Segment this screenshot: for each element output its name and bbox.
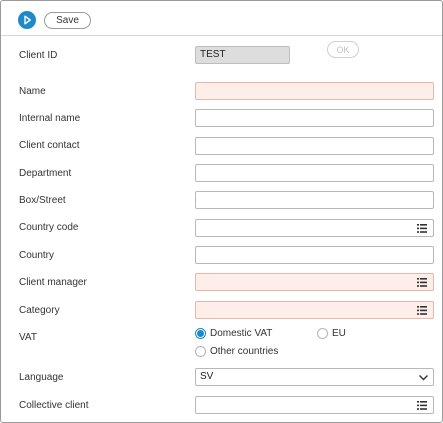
vat-option-other-label: Other countries	[210, 346, 279, 357]
save-button[interactable]: Save	[44, 12, 91, 29]
country-code-label: Country code	[19, 222, 79, 233]
box-street-label: Box/Street	[19, 195, 66, 206]
category-field[interactable]	[195, 301, 434, 319]
vat-option-domestic-label: Domestic VAT	[210, 328, 273, 339]
ok-button: OK	[327, 41, 359, 58]
internal-name-field[interactable]	[195, 109, 434, 127]
list-icon[interactable]	[417, 224, 427, 233]
internal-name-label: Internal name	[19, 113, 81, 124]
vat-option-other[interactable]: Other countries	[195, 346, 278, 357]
department-label: Department	[19, 168, 72, 179]
country-field[interactable]	[195, 246, 434, 264]
vat-option-eu[interactable]: EU	[317, 328, 346, 339]
client-id-field: TEST	[195, 46, 290, 64]
client-contact-label: Client contact	[19, 140, 80, 151]
vat-option-eu-label: EU	[332, 328, 346, 339]
vat-option-domestic[interactable]: Domestic VAT	[195, 328, 272, 339]
client-manager-field[interactable]	[195, 273, 434, 291]
client-manager-label: Client manager	[19, 277, 87, 288]
country-label: Country	[19, 250, 55, 261]
name-field[interactable]	[195, 82, 434, 100]
chevron-down-icon[interactable]	[418, 372, 429, 383]
box-street-field[interactable]	[195, 191, 434, 209]
category-label: Category	[19, 305, 60, 316]
list-icon[interactable]	[417, 278, 427, 287]
radio-selected-icon[interactable]	[195, 328, 206, 339]
radio-unselected-icon[interactable]	[195, 346, 206, 357]
name-label: Name	[19, 86, 46, 97]
country-code-field[interactable]	[195, 219, 434, 237]
client-id-label: Client ID	[19, 50, 58, 61]
collective-client-field[interactable]	[195, 396, 434, 414]
client-contact-field[interactable]	[195, 137, 434, 155]
list-icon[interactable]	[417, 401, 427, 410]
radio-unselected-icon[interactable]	[317, 328, 328, 339]
language-select[interactable]: SV	[195, 368, 434, 386]
toolbar: Save	[1, 1, 442, 36]
collective-client-label: Collective client	[19, 400, 89, 411]
language-value: SV	[200, 371, 214, 382]
list-icon[interactable]	[417, 306, 427, 315]
vat-label: VAT	[19, 332, 37, 343]
department-field[interactable]	[195, 164, 434, 182]
client-form-window: Save Client ID TEST OK Name Internal nam…	[0, 0, 443, 423]
play-icon[interactable]	[18, 11, 36, 29]
language-label: Language	[19, 372, 64, 383]
